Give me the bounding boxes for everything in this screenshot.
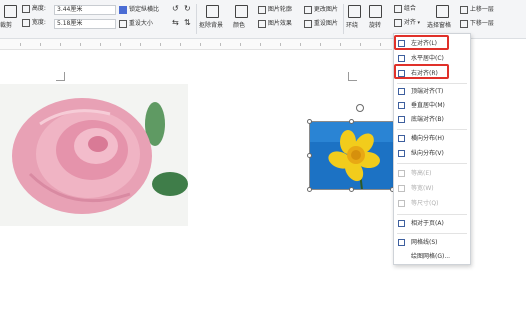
picture-outline-button[interactable]: 图片轮廓 <box>258 5 292 15</box>
same-width-icon <box>398 185 405 192</box>
distribute-horizontal-icon <box>398 135 405 142</box>
remove-background-button[interactable]: 抠除背景 <box>199 21 223 31</box>
width-input[interactable]: 5.18厘米 <box>54 19 116 29</box>
divider <box>343 4 344 34</box>
crop-icon[interactable] <box>4 5 17 18</box>
menu-item-same-size: 等尺寸(Q) <box>394 197 470 211</box>
relative-to-page-icon <box>398 220 405 227</box>
checkbox-checked-icon <box>119 5 127 14</box>
rotate-button[interactable]: 旋转 <box>369 21 381 31</box>
same-height-icon <box>398 170 405 177</box>
lock-ratio-checkbox[interactable]: 锁定纵横比 <box>119 5 159 15</box>
align-button[interactable]: 对齐 ▾ <box>394 18 420 28</box>
align-top-icon <box>398 88 405 95</box>
send-backward-button[interactable]: 下移一层 <box>460 19 494 29</box>
height-input[interactable]: 3.44厘米 <box>54 5 116 15</box>
wrap-button[interactable]: 环绕 <box>346 21 358 31</box>
change-picture-icon <box>304 5 312 14</box>
rose-image[interactable] <box>0 84 188 226</box>
color-icon[interactable] <box>235 5 248 18</box>
align-icon <box>394 18 402 27</box>
menu-item-distribute-horizontal[interactable]: 横向分布(H) <box>394 132 470 146</box>
horizontal-ruler[interactable] <box>0 39 392 50</box>
gridlines-icon <box>398 239 405 246</box>
menu-divider <box>397 83 467 84</box>
reset-size-button[interactable]: 重设大小 <box>119 19 153 29</box>
rotate-left-icon[interactable]: ↺ <box>172 4 179 14</box>
send-backward-icon <box>460 19 468 28</box>
bring-forward-button[interactable]: 上移一层 <box>460 5 494 15</box>
menu-divider <box>397 163 467 164</box>
flip-horizontal-icon[interactable]: ⇆ <box>172 18 179 28</box>
selection-pane-icon[interactable] <box>436 5 449 18</box>
height-label: 高度: <box>22 4 46 14</box>
picture-effects-icon <box>258 19 266 28</box>
menu-item-align-bottom[interactable]: 底端对齐(B) <box>394 113 470 127</box>
reset-picture-icon <box>304 19 312 28</box>
align-middle-icon <box>398 102 405 109</box>
same-size-icon <box>398 200 405 207</box>
combine-button[interactable]: 组合 <box>394 4 416 14</box>
menu-divider <box>397 214 467 215</box>
color-button[interactable]: 颜色 <box>233 21 245 31</box>
menu-item-drawing-grid[interactable]: 绘图网格(G)... <box>394 250 470 264</box>
distribute-vertical-icon <box>398 150 405 157</box>
remove-background-icon[interactable] <box>206 5 219 18</box>
resize-handle[interactable] <box>349 119 354 124</box>
menu-item-align-top[interactable]: 顶端对齐(T) <box>394 85 470 99</box>
resize-handle[interactable] <box>307 119 312 124</box>
picture-effects-button[interactable]: 图片效果 <box>258 19 292 29</box>
combine-icon <box>394 4 402 13</box>
menu-item-same-height: 等高(E) <box>394 167 470 181</box>
reset-size-icon <box>119 19 127 28</box>
rotate-right-icon[interactable]: ↻ <box>184 4 191 14</box>
highlight-box-align-right <box>394 64 449 79</box>
divider <box>196 4 197 34</box>
width-icon <box>22 18 30 27</box>
menu-divider <box>397 129 467 130</box>
align-bottom-icon <box>398 116 405 123</box>
picture-outline-icon <box>258 5 266 14</box>
margin-corner-mark <box>348 72 357 81</box>
height-icon <box>22 4 30 13</box>
reset-picture-button[interactable]: 重设图片 <box>304 19 338 29</box>
menu-item-align-middle[interactable]: 垂直居中(M) <box>394 99 470 113</box>
align-center-icon <box>398 55 405 62</box>
resize-handle[interactable] <box>307 153 312 158</box>
resize-handle[interactable] <box>307 187 312 192</box>
selection-pane-button[interactable]: 选择窗格 <box>427 21 451 31</box>
menu-divider <box>397 233 467 234</box>
menu-item-same-width: 等宽(W) <box>394 182 470 196</box>
menu-item-distribute-vertical[interactable]: 纵向分布(V) <box>394 147 470 161</box>
crop-button[interactable]: 裁剪 <box>0 21 12 31</box>
change-picture-button[interactable]: 更改图片 <box>304 5 338 15</box>
width-label: 宽度: <box>22 18 46 28</box>
margin-corner-mark <box>56 72 65 81</box>
menu-item-gridlines[interactable]: 网格线(S) <box>394 236 470 250</box>
flip-vertical-icon[interactable]: ⇅ <box>184 18 191 28</box>
resize-handle[interactable] <box>349 187 354 192</box>
bring-forward-icon <box>460 5 468 14</box>
rotate-handle-icon[interactable] <box>356 104 364 112</box>
highlight-box-align-left <box>394 35 449 50</box>
wrap-text-icon[interactable] <box>348 5 361 18</box>
selection-frame <box>309 121 394 190</box>
rotate-icon[interactable] <box>369 5 382 18</box>
menu-item-relative-to-page[interactable]: 相对于页(A) <box>394 217 470 231</box>
